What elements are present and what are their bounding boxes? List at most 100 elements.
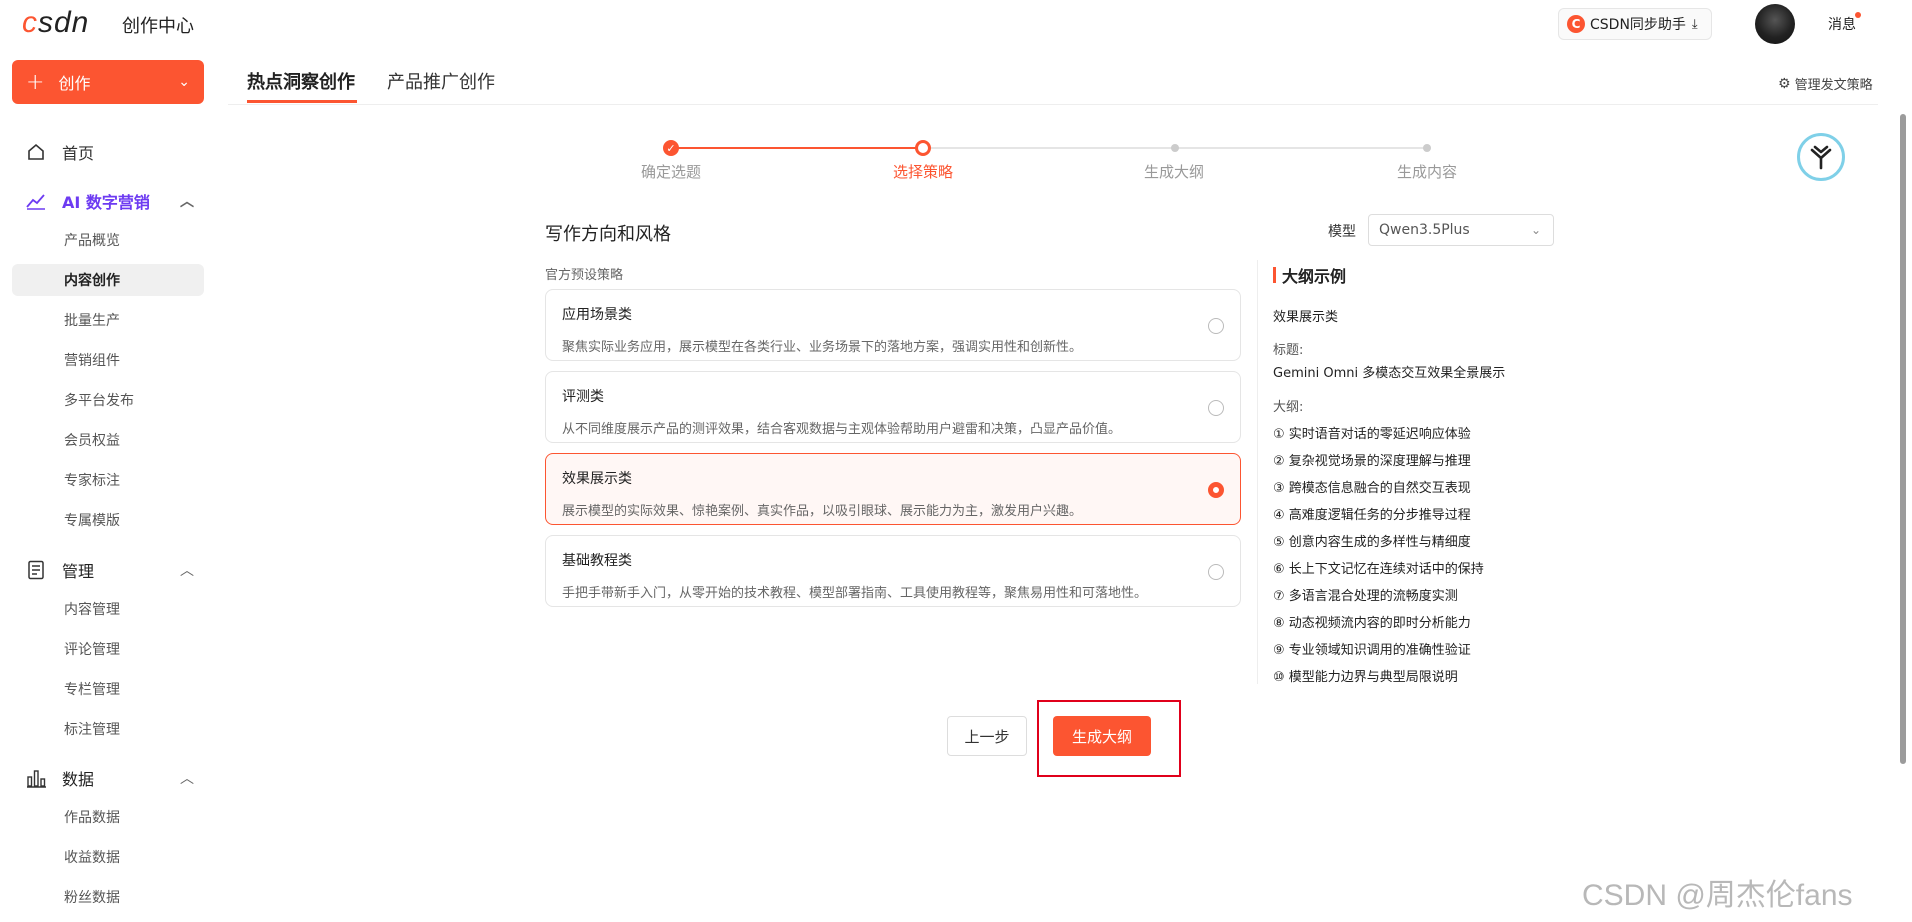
heading-accent-bar xyxy=(1273,267,1276,283)
radio-button[interactable] xyxy=(1208,400,1224,416)
outline-item: ⑤ 创意内容生成的多样性与精细度 xyxy=(1273,535,1471,550)
csdn-logo[interactable]: csdn xyxy=(22,6,89,40)
sidebar-item-tag-management[interactable]: 标注管理 xyxy=(64,719,120,739)
chevron-up-icon: ︿ xyxy=(180,194,194,210)
outline-title-value: Gemini Omni 多模态交互效果全景展示 xyxy=(1273,366,1506,381)
chevron-down-icon: ⌄ xyxy=(1530,223,1541,237)
card-description: 展示模型的实际效果、惊艳案例、真实作品，以吸引眼球、展示能力为主，激发用户兴趣。 xyxy=(562,504,1083,519)
radio-button[interactable] xyxy=(1208,564,1224,580)
step-label-confirm-topic: 确定选题 xyxy=(640,163,701,181)
section-title: 写作方向和风格 xyxy=(545,224,671,245)
csdn-sync-assistant-button[interactable]: C CSDN同步助手 ⤓ xyxy=(1558,8,1712,40)
step-label-select-strategy: 选择策略 xyxy=(892,163,953,181)
strategy-card-tutorial[interactable]: 基础教程类 手把手带新手入门，从零开始的技术教程、模型部署指南、工具使用教程等，… xyxy=(545,535,1241,607)
outline-item: ④ 高难度逻辑任务的分步推导过程 xyxy=(1273,508,1471,523)
sidebar-item-work-data[interactable]: 作品数据 xyxy=(64,807,120,827)
sidebar-section-data[interactable]: 数据 ︿ xyxy=(24,766,194,790)
outline-item: ① 实时语音对话的零延迟响应体验 xyxy=(1273,427,1471,442)
sidebar-item-revenue-data[interactable]: 收益数据 xyxy=(64,847,120,867)
model-label: 模型 xyxy=(1328,224,1356,240)
sidebar-item-comment-management[interactable]: 评论管理 xyxy=(64,639,120,659)
step-label-generate-content: 生成内容 xyxy=(1396,163,1457,181)
outline-item: ⑩ 模型能力边界与典型局限说明 xyxy=(1273,670,1458,685)
section-title: AI 数字营销 xyxy=(62,193,150,212)
gear-icon: ⚙ xyxy=(1778,75,1791,92)
outline-heading: 大纲示例 xyxy=(1273,263,1346,287)
highlight-annotation-box xyxy=(1037,700,1181,777)
sidebar-section-ai-marketing[interactable]: AI 数字营销 ︿ xyxy=(24,189,194,213)
divider xyxy=(1257,260,1258,684)
sidebar-item-fans-data[interactable]: 粉丝数据 xyxy=(64,887,120,907)
chevron-up-icon: ︿ xyxy=(180,563,194,579)
card-description: 手把手带新手入门，从零开始的技术教程、模型部署指南、工具使用教程等，聚焦易用性和… xyxy=(562,586,1148,601)
preset-strategy-label: 官方预设策略 xyxy=(545,268,624,283)
trend-icon xyxy=(24,189,48,213)
section-title: 数据 xyxy=(62,770,95,789)
manage-strategy-link[interactable]: ⚙ 管理发文策略 xyxy=(1778,74,1873,94)
outline-heading-label: 大纲示例 xyxy=(1282,267,1347,286)
prev-step-button[interactable]: 上一步 xyxy=(947,716,1027,756)
outline-item: ③ 跨模态信息融合的自然交互表现 xyxy=(1273,481,1471,496)
radio-button[interactable] xyxy=(1208,318,1224,334)
outline-item: ⑧ 动态视频流内容的即时分析能力 xyxy=(1273,616,1471,631)
sidebar-item-column-management[interactable]: 专栏管理 xyxy=(64,679,120,699)
step-current-dot xyxy=(915,140,931,156)
messages-link[interactable]: 消息 xyxy=(1828,14,1856,34)
scrollbar[interactable] xyxy=(1900,114,1906,764)
avatar[interactable] xyxy=(1755,4,1795,44)
sidebar-item-product-overview[interactable]: 产品概览 xyxy=(64,230,120,250)
sidebar-item-label: 首页 xyxy=(62,144,95,163)
outline-label: 大纲: xyxy=(1273,400,1304,415)
watermark: CSDN @周杰伦fans xyxy=(1582,879,1853,912)
radio-button-selected[interactable] xyxy=(1208,482,1224,498)
step-pending-dot xyxy=(1171,144,1179,152)
sidebar-item-batch-production[interactable]: 批量生产 xyxy=(64,310,120,330)
section-title: 管理 xyxy=(62,562,95,581)
ai-assistant-icon[interactable] xyxy=(1797,133,1845,181)
sidebar-item-exclusive-templates[interactable]: 专属模版 xyxy=(64,510,120,530)
outline-item: ⑦ 多语言混合处理的流畅度实测 xyxy=(1273,589,1458,604)
csdn-sync-icon: C xyxy=(1567,15,1585,33)
strategy-card-application[interactable]: 应用场景类 聚焦实际业务应用，展示模型在各类行业、业务场景下的落地方案，强调实用… xyxy=(545,289,1241,361)
strategy-card-showcase[interactable]: 效果展示类 展示模型的实际效果、惊艳案例、真实作品，以吸引眼球、展示能力为主，激… xyxy=(545,453,1241,525)
card-description: 从不同维度展示产品的测评效果，结合客观数据与主观体验帮助用户避雷和决策，凸显产品… xyxy=(562,422,1122,437)
strategy-link-label: 管理发文策略 xyxy=(1794,78,1873,93)
sidebar-item-home[interactable]: 首页 xyxy=(24,140,94,164)
card-title: 评测类 xyxy=(562,389,604,405)
outline-item: ⑨ 专业领域知识调用的准确性验证 xyxy=(1273,643,1471,658)
step-label-generate-outline: 生成大纲 xyxy=(1143,163,1204,181)
document-icon xyxy=(24,558,48,582)
sidebar-section-management[interactable]: 管理 ︿ xyxy=(24,558,194,582)
create-label: 创作 xyxy=(58,74,91,93)
step-done-check-icon: ✓ xyxy=(663,140,679,156)
outline-title-label: 标题: xyxy=(1273,343,1304,358)
bar-chart-icon xyxy=(24,766,48,790)
create-button[interactable]: + 创作 ⌄ xyxy=(12,60,204,104)
tab-product-promotion-creation[interactable]: 产品推广创作 xyxy=(387,68,495,94)
active-tab-underline xyxy=(247,100,357,103)
outline-item: ② 复杂视觉场景的深度理解与推理 xyxy=(1273,454,1471,469)
step-pending-dot xyxy=(1423,144,1431,152)
sidebar-item-marketing-components[interactable]: 营销组件 xyxy=(64,350,120,370)
model-select[interactable]: Qwen3.5Plus ⌄ xyxy=(1368,214,1554,246)
sync-label: CSDN同步助手 xyxy=(1590,17,1686,33)
step-pending-line xyxy=(931,147,1427,149)
model-value: Qwen3.5Plus xyxy=(1379,222,1470,238)
outline-item: ⑥ 长上下文记忆在连续对话中的保持 xyxy=(1273,562,1484,577)
sidebar-item-multi-platform-publish[interactable]: 多平台发布 xyxy=(64,390,134,410)
tab-hot-insight-creation[interactable]: 热点洞察创作 xyxy=(247,68,355,94)
step-progress-line xyxy=(671,147,923,149)
strategy-card-review[interactable]: 评测类 从不同维度展示产品的测评效果，结合客观数据与主观体验帮助用户避雷和决策，… xyxy=(545,371,1241,443)
divider xyxy=(228,104,1878,105)
download-icon: ⤓ xyxy=(1691,16,1698,32)
card-title: 应用场景类 xyxy=(562,307,632,323)
sidebar-item-content-creation[interactable]: 内容创作 xyxy=(64,270,120,290)
notification-dot xyxy=(1855,12,1861,18)
sidebar-item-expert-annotation[interactable]: 专家标注 xyxy=(64,470,120,490)
sidebar-item-member-benefits[interactable]: 会员权益 xyxy=(64,430,120,450)
card-description: 聚焦实际业务应用，展示模型在各类行业、业务场景下的落地方案，强调实用性和创新性。 xyxy=(562,340,1083,355)
card-title: 效果展示类 xyxy=(562,471,632,487)
sidebar-item-content-management[interactable]: 内容管理 xyxy=(64,599,120,619)
outline-category: 效果展示类 xyxy=(1273,310,1339,325)
app-title: 创作中心 xyxy=(122,16,194,37)
